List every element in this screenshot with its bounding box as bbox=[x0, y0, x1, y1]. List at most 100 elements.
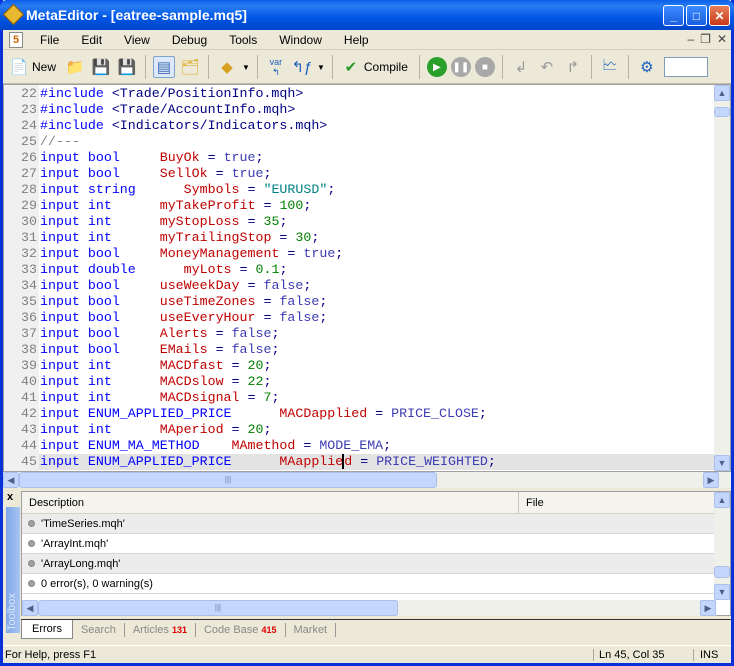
close-button[interactable]: ✕ bbox=[709, 5, 730, 26]
scroll-down-button[interactable]: ▼ bbox=[714, 455, 730, 471]
code-line[interactable]: 39 input int MACDfast = 20; bbox=[4, 358, 716, 374]
list-item[interactable]: 0 error(s), 0 warning(s) bbox=[22, 574, 716, 594]
menu-window[interactable]: Window bbox=[268, 33, 333, 47]
code-line[interactable]: 42 input ENUM_APPLIED_PRICE MACDapplied =… bbox=[4, 406, 716, 422]
menu-tools[interactable]: Tools bbox=[218, 33, 268, 47]
stop-debug-icon[interactable]: ■ bbox=[474, 57, 495, 77]
code-line[interactable]: 25//--- bbox=[4, 134, 716, 150]
code-line[interactable]: 29 input int myTakeProfit = 100; bbox=[4, 198, 716, 214]
code-line[interactable]: 45 input ENUM_APPLIED_PRICE MAapplied = P… bbox=[4, 454, 716, 470]
new-button[interactable]: New bbox=[32, 60, 56, 74]
step-over-icon[interactable]: ↶ bbox=[536, 56, 558, 78]
scroll-left-button[interactable]: ◀ bbox=[3, 472, 19, 488]
code-line[interactable]: 27 input bool SellOk = true; bbox=[4, 166, 716, 182]
code-token: int bbox=[87, 214, 160, 229]
menu-edit[interactable]: Edit bbox=[70, 33, 113, 47]
code-line[interactable]: 41 input int MACDsignal = 7; bbox=[4, 390, 716, 406]
step-out-icon[interactable]: ↱ bbox=[562, 56, 584, 78]
tab-search[interactable]: Search bbox=[73, 622, 125, 637]
scroll-up-button[interactable]: ▲ bbox=[714, 85, 730, 101]
compile-button[interactable]: Compile bbox=[364, 60, 408, 74]
list-horizontal-scrollbar[interactable]: ◀ ||| ▶ bbox=[22, 600, 716, 616]
insert-var-icon[interactable]: var ↰ bbox=[265, 56, 287, 78]
code-line[interactable]: 34 input bool useWeekDay = false; bbox=[4, 278, 716, 294]
code-line[interactable]: 28 input string Symbols = "EURUSD"; bbox=[4, 182, 716, 198]
save-all-icon[interactable]: 💾 bbox=[116, 56, 138, 78]
list-scroll-up-button[interactable]: ▲ bbox=[714, 492, 730, 508]
column-header-description[interactable]: Description bbox=[22, 492, 519, 513]
doc-restore-button[interactable]: ❐ bbox=[700, 32, 711, 46]
line-number: 24 bbox=[4, 118, 39, 134]
styler-dropdown-icon[interactable]: ▼ bbox=[242, 63, 250, 72]
open-folder-icon[interactable]: 📁 bbox=[64, 56, 86, 78]
code-line[interactable]: 33 input double myLots = 0.1; bbox=[4, 262, 716, 278]
status-help-text: For Help, press F1 bbox=[5, 648, 97, 661]
list-scrollbar-thumb[interactable] bbox=[714, 566, 730, 578]
toolbox-panel: x Toolbox Description File 'TimeSeries.m… bbox=[3, 491, 731, 641]
styler-icon[interactable]: ◆ bbox=[216, 56, 238, 78]
start-debug-icon[interactable]: ▶ bbox=[426, 57, 447, 77]
menu-file[interactable]: File bbox=[29, 33, 70, 47]
tab-code-base[interactable]: Code Base 415 bbox=[196, 622, 286, 637]
document-icon[interactable]: 5 bbox=[9, 31, 23, 48]
horizontal-scrollbar-thumb[interactable]: ||| bbox=[19, 472, 437, 488]
code-line[interactable]: 26 input bool BuyOk = true; bbox=[4, 150, 716, 166]
toolbox-toggle-icon[interactable]: 🗂 bbox=[179, 56, 201, 78]
list-item[interactable]: 'TimeSeries.mqh' bbox=[22, 514, 716, 534]
menu-help[interactable]: Help bbox=[333, 33, 380, 47]
code-line[interactable]: 43 input int MAperiod = 20; bbox=[4, 422, 716, 438]
function-dropdown-icon[interactable]: ▼ bbox=[317, 63, 325, 72]
code-line[interactable]: 40 input int MACDslow = 22; bbox=[4, 374, 716, 390]
code-token: SellOk bbox=[159, 166, 208, 181]
save-icon[interactable]: 💾 bbox=[90, 56, 112, 78]
code-token: bool bbox=[87, 310, 160, 325]
message-icon bbox=[28, 520, 35, 527]
code-token: input bbox=[40, 182, 88, 197]
code-editor[interactable]: 22 #include <Trade/PositionInfo.mqh> 23 #in… bbox=[3, 84, 731, 472]
navigator-toggle-icon[interactable]: ▤ bbox=[153, 56, 176, 78]
list-horizontal-thumb[interactable]: ||| bbox=[38, 600, 398, 616]
code-line[interactable]: 24 #include <Indicators/Indicators.mqh> bbox=[4, 118, 716, 134]
vertical-scrollbar-thumb[interactable] bbox=[714, 107, 730, 117]
list-item[interactable]: 'ArrayInt.mqh' bbox=[22, 534, 716, 554]
doc-close-button[interactable]: ✕ bbox=[717, 32, 727, 46]
code-line[interactable]: 23 #include <Trade/AccountInfo.mqh> bbox=[4, 102, 716, 118]
list-item[interactable]: 'ArrayLong.mqh' bbox=[22, 554, 716, 574]
menu-debug[interactable]: Debug bbox=[161, 33, 218, 47]
step-into-icon[interactable]: ↲ bbox=[510, 56, 532, 78]
settings-gear-icon[interactable]: ⚙ bbox=[636, 56, 658, 78]
code-line[interactable]: 36 input bool useEveryHour = false; bbox=[4, 310, 716, 326]
compile-icon[interactable]: ✔ bbox=[340, 56, 362, 78]
list-scroll-down-button[interactable]: ▼ bbox=[714, 584, 730, 600]
code-line[interactable]: 31 input int myTrailingStop = 30; bbox=[4, 230, 716, 246]
pause-debug-icon[interactable]: ❚❚ bbox=[450, 57, 471, 77]
list-scroll-left-button[interactable]: ◀ bbox=[22, 600, 38, 616]
code-line[interactable]: 44 input ENUM_MA_METHOD MAmethod = MODE_E… bbox=[4, 438, 716, 454]
maximize-button[interactable]: □ bbox=[686, 5, 707, 26]
tab-market[interactable]: Market bbox=[286, 622, 337, 637]
new-file-icon[interactable]: 📄 bbox=[8, 56, 30, 78]
code-line[interactable]: 22 #include <Trade/PositionInfo.mqh> bbox=[4, 86, 716, 102]
doc-minimize-button[interactable]: ‒ bbox=[687, 32, 694, 46]
title-bar: MetaEditor - [eatree-sample.mq5] _ □ ✕ bbox=[0, 0, 734, 30]
tab-articles[interactable]: Articles 131 bbox=[125, 622, 196, 637]
insert-function-icon[interactable]: ↰ƒ bbox=[291, 56, 313, 78]
code-token: ; bbox=[383, 438, 392, 453]
code-line[interactable]: 30 input int myStopLoss = 35; bbox=[4, 214, 716, 230]
code-line[interactable]: 38 input bool EMails = false; bbox=[4, 342, 716, 358]
list-scroll-right-button[interactable]: ▶ bbox=[700, 600, 716, 616]
toolbox-close-button[interactable]: x bbox=[7, 491, 13, 503]
column-header-file[interactable]: File bbox=[519, 492, 730, 513]
code-line[interactable]: 37 input bool Alerts = false; bbox=[4, 326, 716, 342]
horizontal-scrollbar[interactable]: ◀ ||| ▶ bbox=[3, 472, 731, 488]
terminal-icon[interactable]: 🗠 bbox=[599, 56, 621, 78]
menu-view[interactable]: View bbox=[113, 33, 161, 47]
code-line[interactable]: 35 input bool useTimeZones = false; bbox=[4, 294, 716, 310]
line-number: 36 bbox=[4, 310, 39, 326]
scroll-right-button[interactable]: ▶ bbox=[703, 472, 719, 488]
search-input[interactable] bbox=[663, 57, 708, 77]
line-number: 32 bbox=[4, 246, 39, 262]
minimize-button[interactable]: _ bbox=[663, 5, 684, 26]
code-line[interactable]: 32 input bool MoneyManagement = true; bbox=[4, 246, 716, 262]
tab-errors[interactable]: Errors bbox=[21, 620, 73, 639]
